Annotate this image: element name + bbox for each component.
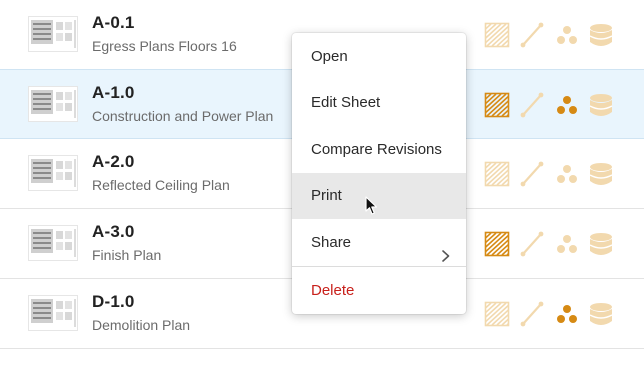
- sheet-status-icons: [484, 22, 624, 48]
- ruler-icon[interactable]: [519, 92, 545, 118]
- database-icon[interactable]: [588, 22, 614, 48]
- sheet-title: Demolition Plan: [92, 317, 191, 333]
- sheet-title: Finish Plan: [92, 247, 162, 263]
- hatch-icon[interactable]: [484, 22, 510, 48]
- dots-icon[interactable]: [554, 92, 580, 118]
- menu-item-label: Share: [311, 234, 352, 251]
- sheet-status-icons: [484, 231, 624, 257]
- sheet-status-icons: [484, 92, 624, 118]
- sheet-thumbnail[interactable]: [28, 225, 78, 261]
- menu-item-label: Edit Sheet: [311, 94, 381, 111]
- hatch-icon[interactable]: [484, 161, 510, 187]
- ruler-icon[interactable]: [519, 231, 545, 257]
- dots-icon[interactable]: [554, 301, 580, 327]
- sheet-thumbnail[interactable]: [28, 16, 78, 52]
- sheet-title: Construction and Power Plan: [92, 108, 274, 124]
- sheet-number: A-3.0: [92, 222, 135, 241]
- dots-icon[interactable]: [554, 231, 580, 257]
- ruler-icon[interactable]: [519, 161, 545, 187]
- sheet-title: Reflected Ceiling Plan: [92, 177, 230, 193]
- ruler-icon[interactable]: [519, 301, 545, 327]
- database-icon[interactable]: [588, 301, 614, 327]
- sheet-status-icons: [484, 161, 624, 187]
- dots-icon[interactable]: [554, 22, 580, 48]
- ruler-icon[interactable]: [519, 22, 545, 48]
- sheet-thumbnail[interactable]: [28, 295, 78, 331]
- menu-item-open[interactable]: Open: [292, 34, 466, 80]
- hatch-icon[interactable]: [484, 92, 510, 118]
- hatch-icon[interactable]: [484, 301, 510, 327]
- menu-item-label: Open: [311, 48, 348, 65]
- dots-icon[interactable]: [554, 161, 580, 187]
- chevron-right-icon: [440, 236, 452, 262]
- sheet-status-icons: [484, 301, 624, 327]
- mouse-pointer-icon: [365, 196, 379, 216]
- sheet-thumbnail[interactable]: [28, 86, 78, 122]
- menu-item-label: Compare Revisions: [311, 141, 442, 158]
- menu-item-label: Delete: [311, 282, 355, 299]
- menu-item-label: Print: [311, 187, 342, 204]
- sheet-number: A-2.0: [92, 152, 135, 171]
- sheet-thumbnail[interactable]: [28, 155, 78, 191]
- sheet-number: A-0.1: [92, 13, 135, 32]
- sheet-number: D-1.0: [92, 292, 135, 311]
- menu-item-share[interactable]: Share: [292, 220, 466, 266]
- hatch-icon[interactable]: [484, 231, 510, 257]
- database-icon[interactable]: [588, 161, 614, 187]
- menu-separator: [292, 266, 466, 267]
- menu-item-compare-revisions[interactable]: Compare Revisions: [292, 127, 466, 173]
- sheet-number: A-1.0: [92, 83, 135, 102]
- menu-item-delete[interactable]: Delete: [292, 268, 466, 314]
- database-icon[interactable]: [588, 231, 614, 257]
- database-icon[interactable]: [588, 92, 614, 118]
- menu-item-edit-sheet[interactable]: Edit Sheet: [292, 80, 466, 126]
- menu-item-print[interactable]: Print: [292, 173, 466, 219]
- context-menu: Open Edit Sheet Compare Revisions Print Shar…: [292, 33, 466, 314]
- sheet-title: Egress Plans Floors 16: [92, 38, 237, 54]
